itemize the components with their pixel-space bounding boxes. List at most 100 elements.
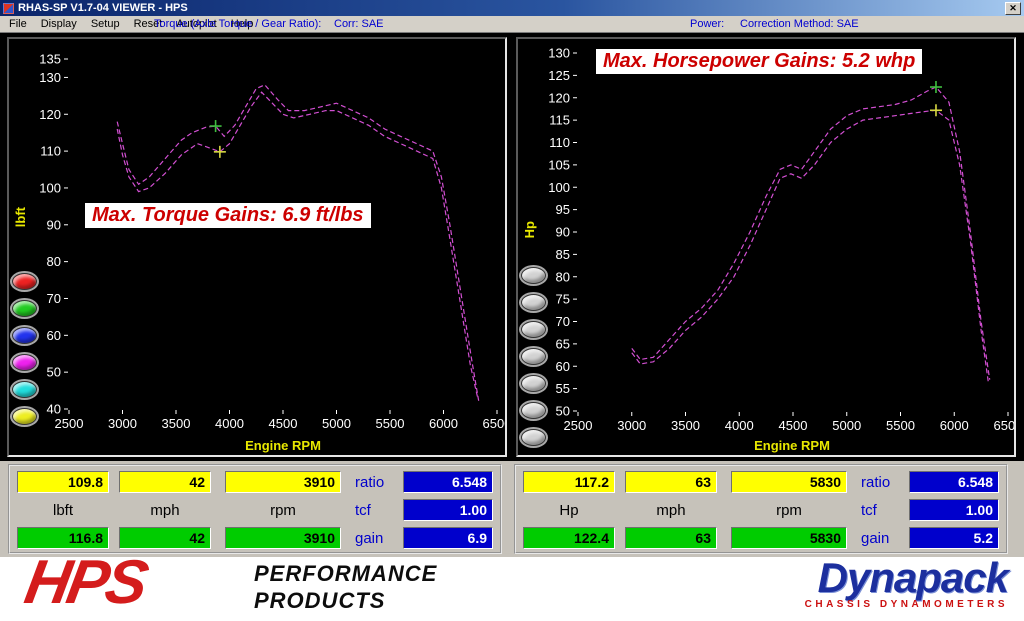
x-tick-label: 3000 [108, 416, 137, 431]
y-tick-label: 110 [40, 144, 61, 159]
gain-label: gain [857, 530, 909, 547]
speed-run2-value: 63 [625, 527, 717, 549]
speed-run2-value: 42 [119, 527, 211, 549]
x-tick-label: 3500 [671, 418, 700, 433]
y-tick-label: 90 [47, 217, 61, 232]
y-tick-label: 40 [47, 402, 61, 417]
power-unit-label: Hp [523, 502, 615, 519]
power-correction-label: Correction Method: SAE [740, 18, 859, 30]
hps-tagline-line2: PRODUCTS [254, 587, 437, 614]
x-tick-label: 3000 [617, 418, 646, 433]
readout-strip: 109.8 42 3910 ratio 6.548 lbft mph rpm t… [0, 461, 1024, 557]
window-titlebar: RHAS-SP V1.7-04 VIEWER - HPS ✕ [0, 0, 1024, 16]
power-run2-value: 122.4 [523, 527, 615, 549]
power-y-axis-label: Hp [522, 221, 537, 238]
y-tick-label: 120 [39, 107, 61, 122]
power-color-button-0[interactable] [521, 267, 546, 284]
power-color-button-5[interactable] [521, 402, 546, 419]
torque-color-button-5[interactable] [12, 408, 37, 425]
torque-color-button-0[interactable] [12, 273, 37, 290]
power-color-button-4[interactable] [521, 375, 546, 392]
power-color-button-3[interactable] [521, 348, 546, 365]
power-readout-panel: 117.2 63 5830 ratio 6.548 Hp mph rpm tcf… [514, 464, 1008, 554]
power-run1-value: 117.2 [523, 471, 615, 493]
ratio-value: 6.548 [909, 471, 999, 493]
rpm-run1-value: 5830 [731, 471, 847, 493]
ratio-label: ratio [351, 474, 403, 491]
y-tick-label: 60 [47, 328, 61, 343]
x-tick-label: 4000 [215, 416, 244, 431]
gain-value: 6.9 [403, 527, 493, 549]
rpm-run1-value: 3910 [225, 471, 341, 493]
x-tick-label: 2500 [55, 416, 84, 431]
x-tick-label: 6000 [940, 418, 969, 433]
x-tick-label: 6500 [994, 418, 1014, 433]
hps-tagline-line1: PERFORMANCE [254, 560, 437, 587]
close-button[interactable]: ✕ [1005, 2, 1021, 15]
y-tick-label: 130 [548, 46, 570, 61]
y-tick-label: 70 [47, 291, 61, 306]
x-tick-label: 5000 [322, 416, 351, 431]
torque-header-label: Torque (Axle Torque / Gear Ratio): [154, 18, 321, 30]
rpm-unit-label: rpm [225, 502, 341, 519]
x-tick-label: 4500 [779, 418, 808, 433]
rpm-run2-value: 3910 [225, 527, 341, 549]
menu-setup[interactable]: Setup [84, 18, 127, 30]
dyno-curve-baseline [632, 110, 989, 384]
y-tick-label: 100 [39, 180, 61, 195]
torque-color-button-2[interactable] [12, 327, 37, 344]
power-header-label: Power: [690, 18, 724, 30]
x-tick-label: 6500 [483, 416, 505, 431]
torque-chart-panel: 4050607080901001101201301352500300035004… [7, 37, 507, 457]
torque-run1-value: 109.8 [17, 471, 109, 493]
hps-logo: HPS [20, 547, 151, 618]
y-tick-label: 120 [548, 90, 570, 105]
menu-file[interactable]: File [2, 18, 34, 30]
torque-color-button-4[interactable] [12, 381, 37, 398]
torque-color-button-3[interactable] [12, 354, 37, 371]
torque-plot[interactable]: 4050607080901001101201301352500300035004… [9, 39, 505, 455]
x-tick-label: 5500 [376, 416, 405, 431]
y-tick-label: 60 [556, 359, 570, 374]
ratio-label: ratio [857, 474, 909, 491]
torque-run2-value: 116.8 [17, 527, 109, 549]
x-tick-label: 5500 [886, 418, 915, 433]
rpm-run2-value: 5830 [731, 527, 847, 549]
power-plot-color-buttons [521, 267, 546, 446]
footer: HPS PERFORMANCE PRODUCTS Dynapack CHASSI… [0, 557, 1024, 621]
gain-value: 5.2 [909, 527, 999, 549]
y-tick-label: 130 [39, 70, 61, 85]
y-tick-label: 85 [556, 247, 570, 262]
y-tick-label: 100 [548, 180, 570, 195]
dynapack-logo: Dynapack CHASSIS DYNAMOMETERS [805, 555, 1008, 610]
y-tick-label: 90 [556, 225, 570, 240]
rpm-unit-label: rpm [731, 502, 847, 519]
x-tick-label: 4500 [269, 416, 298, 431]
y-tick-label: 75 [556, 292, 570, 307]
y-tick-label: 95 [556, 202, 570, 217]
power-plot[interactable]: 5055606570758085909510010511011512012513… [518, 39, 1014, 455]
ratio-value: 6.548 [403, 471, 493, 493]
torque-correction-label: Corr: SAE [334, 18, 384, 30]
y-tick-label: 65 [556, 336, 570, 351]
torque-color-button-1[interactable] [12, 300, 37, 317]
y-tick-label: 115 [549, 113, 570, 128]
y-tick-label: 110 [549, 135, 570, 150]
power-x-axis-label: Engine RPM [578, 438, 1006, 453]
app-icon [3, 3, 14, 14]
y-tick-label: 50 [556, 404, 570, 419]
dynapack-wordmark: Dynapack [805, 555, 1008, 601]
power-color-button-2[interactable] [521, 321, 546, 338]
menu-display[interactable]: Display [34, 18, 84, 30]
speed-unit-label: mph [625, 502, 717, 519]
power-color-button-1[interactable] [521, 294, 546, 311]
power-color-button-6[interactable] [521, 429, 546, 446]
x-tick-label: 5000 [832, 418, 861, 433]
y-tick-label: 80 [556, 269, 570, 284]
dyno-curve-baseline [117, 92, 478, 398]
y-tick-label: 70 [556, 314, 570, 329]
y-tick-label: 50 [47, 365, 61, 380]
dyno-curve-gain_run [632, 87, 990, 380]
speed-unit-label: mph [119, 502, 211, 519]
y-tick-label: 135 [39, 52, 61, 67]
